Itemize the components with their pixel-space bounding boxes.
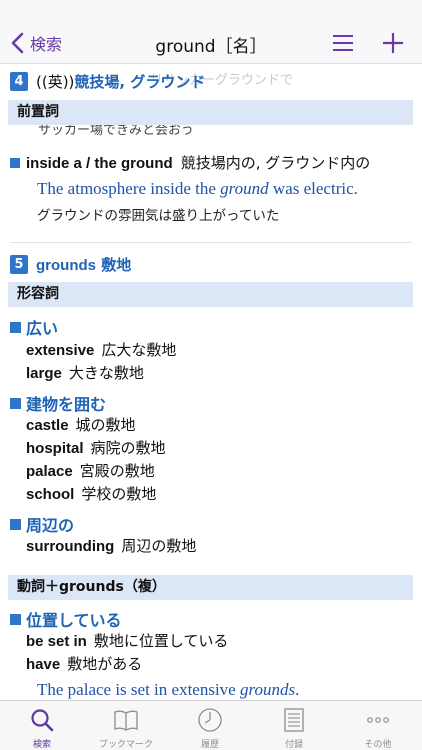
tab-appendix[interactable]: 付録 xyxy=(252,701,336,750)
tab-label: 検索 xyxy=(32,740,51,750)
bullet-square-icon xyxy=(10,321,21,333)
tab-more[interactable]: その他 xyxy=(336,701,420,750)
example-sentence: The palace is set in extensive grounds. xyxy=(37,680,299,700)
collocation-category: 周辺の xyxy=(10,512,74,536)
tab-label: 付録 xyxy=(284,740,303,750)
collocation-ja: 学校の敷地 xyxy=(81,485,157,503)
tab-bookmark[interactable]: ブックマーク xyxy=(84,701,168,750)
tab-history[interactable]: 履歴 xyxy=(168,701,252,750)
collocation-en: have xyxy=(26,656,61,673)
example-keyword: ground xyxy=(220,179,269,198)
tab-label: 履歴 xyxy=(200,740,219,750)
collocation-item[interactable]: castle 城の敷地 xyxy=(26,414,136,435)
collocation-en: large xyxy=(26,365,62,382)
example-translation: グラウンドの雰囲気は盛り上がっていた xyxy=(37,208,280,224)
phrase-en: inside a / the ground xyxy=(26,155,173,172)
phrase-row[interactable]: inside a / the ground 競技場内の, グラウンド内の xyxy=(10,152,370,173)
category-label: 建物を囲む xyxy=(26,395,107,414)
example-keyword: grounds xyxy=(239,680,296,699)
sense-4-heading: 4 ((英))競技場, グラウンド xyxy=(10,71,205,92)
collocation-en: palace xyxy=(26,463,73,480)
bullet-square-icon xyxy=(10,518,21,530)
category-label: 位置している xyxy=(26,611,122,630)
page-title: ground［名］ xyxy=(155,37,267,57)
collocation-item[interactable]: surrounding 周辺の敷地 xyxy=(26,535,196,556)
collocation-en: be set in xyxy=(26,633,87,650)
collocation-item[interactable]: palace 宮殿の敷地 xyxy=(26,460,155,481)
collocation-ja: 大きな敷地 xyxy=(68,364,144,382)
collocation-ja: 城の敷地 xyxy=(75,416,136,434)
collocation-item[interactable]: hospital 病院の敷地 xyxy=(26,437,166,458)
menu-icon[interactable] xyxy=(330,30,356,56)
navigation-bar: 検索 ground［名］ xyxy=(0,0,422,64)
collocation-en: extensive xyxy=(26,342,95,359)
phrase-ja: 競技場内の, グラウンド内の xyxy=(180,154,371,172)
sense-number-badge: 4 xyxy=(10,72,28,91)
collocation-ja: 広大な敷地 xyxy=(101,341,177,359)
tab-bar: 検索 ブックマーク 履歴 付録 その他 xyxy=(0,700,422,750)
sense-5-title-en: grounds xyxy=(36,257,96,274)
sense-4-title-text: 競技場, グラウンド xyxy=(74,73,206,91)
sense-5-title: grounds 敷地 xyxy=(36,254,131,275)
collocation-item[interactable]: school 学校の敷地 xyxy=(26,483,156,504)
region-label: ((英)) xyxy=(36,73,75,91)
collocation-ja: 宮殿の敷地 xyxy=(79,462,155,480)
sense-5-title-ja: 敷地 xyxy=(101,256,132,274)
dictionary-entry[interactable]: リサッカーグラウンドで 4 ((英))競技場, グラウンド サッカー場できみと会… xyxy=(0,65,422,700)
example-sentence: The atmosphere inside the ground was ele… xyxy=(37,179,358,199)
collocation-en: school xyxy=(26,486,75,503)
collocation-ja: 敷地に位置している xyxy=(93,632,229,650)
example-text: was electric. xyxy=(268,179,358,198)
collocation-item[interactable]: be set in 敷地に位置している xyxy=(26,630,228,651)
bullet-square-icon xyxy=(10,397,21,409)
tab-search[interactable]: 検索 xyxy=(0,701,84,750)
example-text: The palace is set in extensive xyxy=(37,680,240,699)
collocation-category: 位置している xyxy=(10,607,122,631)
clock-icon xyxy=(198,708,222,732)
sense-5-heading: 5 grounds 敷地 xyxy=(10,254,131,275)
book-icon xyxy=(114,710,138,731)
more-icon xyxy=(367,717,389,723)
collocation-category: 広い xyxy=(10,315,58,339)
collocation-en: castle xyxy=(26,417,69,434)
collocation-category: 建物を囲む xyxy=(10,391,106,415)
collocation-en: hospital xyxy=(26,440,84,457)
collocation-item[interactable]: have 敷地がある xyxy=(26,653,142,674)
tab-label: ブックマーク xyxy=(98,740,153,750)
category-label: 広い xyxy=(26,319,59,338)
collocation-ja: 病院の敷地 xyxy=(90,439,166,457)
add-icon[interactable] xyxy=(380,30,406,56)
sense-number-badge: 5 xyxy=(10,255,28,274)
tab-label: その他 xyxy=(364,740,392,750)
bullet-square-icon xyxy=(10,158,20,168)
section-band-verb: 動詞＋grounds（複） xyxy=(8,575,413,600)
collocation-item[interactable]: large 大きな敷地 xyxy=(26,362,144,383)
search-icon xyxy=(31,709,54,732)
divider xyxy=(10,242,412,243)
example-text: . xyxy=(295,680,300,699)
document-icon xyxy=(284,708,304,732)
collocation-item[interactable]: extensive 広大な敷地 xyxy=(26,339,176,360)
category-label: 周辺の xyxy=(26,516,75,535)
collocation-ja: 周辺の敷地 xyxy=(121,537,197,555)
collocation-ja: 敷地がある xyxy=(67,655,143,673)
collocation-en: surrounding xyxy=(26,538,115,555)
bullet-square-icon xyxy=(10,613,21,625)
section-band-preposition: 前置詞 xyxy=(8,100,413,125)
example-text: The atmosphere inside the xyxy=(37,179,221,198)
sense-4-title: ((英))競技場, グラウンド xyxy=(36,71,205,92)
section-band-adjective: 形容詞 xyxy=(8,282,413,307)
